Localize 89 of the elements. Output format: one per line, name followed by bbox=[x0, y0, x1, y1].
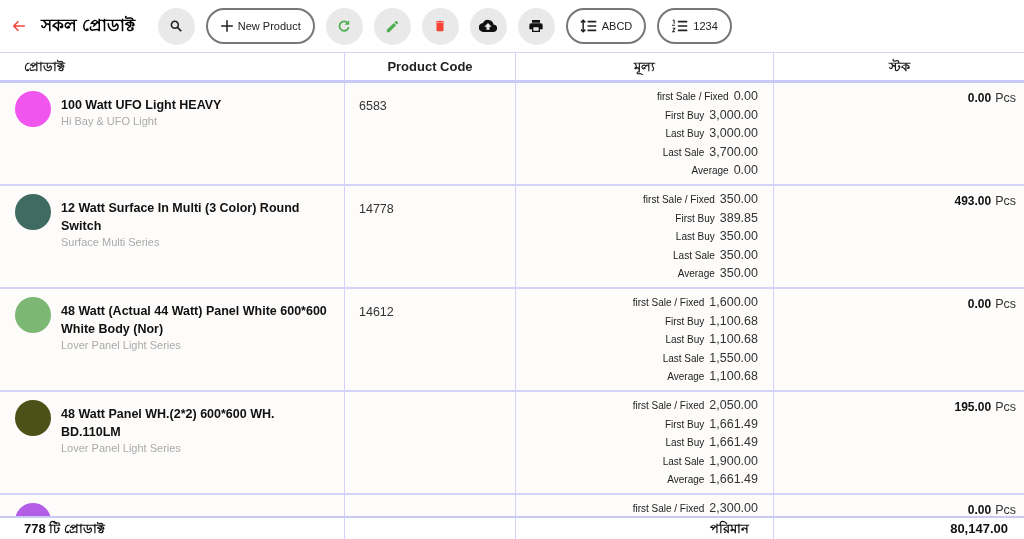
price-value: 1,550.00 bbox=[709, 349, 758, 367]
delete-button[interactable] bbox=[421, 7, 459, 45]
price-label: Average bbox=[691, 164, 729, 178]
price-label: Last Buy bbox=[665, 127, 705, 141]
price-value: 1,100.68 bbox=[709, 312, 758, 330]
price-value: 0.00 bbox=[733, 162, 758, 179]
total-label: পরিমান bbox=[710, 519, 749, 538]
sort-icon bbox=[579, 18, 598, 34]
price-value: 0.00 bbox=[733, 88, 758, 105]
price-label: Last Buy bbox=[665, 436, 705, 450]
sort-button[interactable]: ABCD bbox=[565, 8, 647, 44]
price-label: Last Buy bbox=[665, 333, 705, 347]
page-title: সকল প্রোডাক্ট bbox=[41, 15, 135, 38]
price-value: 3,700.00 bbox=[709, 143, 758, 161]
price-label: Last Sale bbox=[673, 248, 715, 263]
price-label: Last Sale bbox=[662, 351, 705, 366]
product-code: 6583 bbox=[359, 99, 387, 113]
print-button[interactable] bbox=[517, 7, 555, 45]
stock-unit: Pcs bbox=[995, 193, 1016, 210]
price-value: 1,100.68 bbox=[709, 331, 758, 348]
refresh-button[interactable] bbox=[325, 7, 363, 45]
price-value: 350.00 bbox=[719, 228, 758, 245]
price-label: first Sale / Fixed bbox=[632, 296, 705, 310]
stock-unit: Pcs bbox=[995, 502, 1016, 516]
product-count: 778 টি প্রোডাক্ট bbox=[24, 519, 105, 538]
price-label: Last Buy bbox=[675, 230, 715, 244]
stock-quantity: 0.00 bbox=[967, 296, 992, 313]
price-label: First Buy bbox=[675, 211, 715, 226]
price-label: Last Sale bbox=[662, 454, 705, 469]
new-product-button[interactable]: New Product bbox=[205, 8, 315, 44]
back-arrow-icon[interactable] bbox=[12, 19, 26, 33]
price-value: 1,661.49 bbox=[709, 471, 758, 488]
product-name: 48 Watt Panel WH.(2*2) 600*600 WH. BD.110LM bbox=[61, 406, 276, 441]
price-label: Last Sale bbox=[662, 145, 705, 160]
product-category: Hi Bay & UFO Light bbox=[61, 114, 158, 129]
search-icon bbox=[169, 19, 184, 33]
price-label: Average bbox=[667, 473, 705, 487]
product-category: Lover Panel Light Series bbox=[61, 441, 182, 456]
price-label: First Buy bbox=[664, 108, 705, 123]
price-value: 1,661.49 bbox=[709, 415, 758, 433]
stock-quantity: 493.00 bbox=[954, 193, 992, 210]
product-name: 48 Watt (Actual 44 Watt) Panel White 600*600 White Body (Nor) bbox=[61, 303, 328, 338]
price-value: 350.00 bbox=[719, 191, 758, 208]
price-label: First Buy bbox=[664, 314, 705, 329]
column-header: Product Code bbox=[387, 57, 473, 76]
total-value: 80,147.00 bbox=[950, 519, 1008, 538]
stock-quantity: 0.00 bbox=[967, 90, 992, 107]
price-value: 3,000.00 bbox=[709, 125, 758, 142]
price-value: 3,000.00 bbox=[709, 106, 758, 124]
stock-unit: Pcs bbox=[995, 296, 1016, 313]
numbered-list-icon bbox=[671, 18, 690, 34]
refresh-icon bbox=[337, 19, 352, 33]
product-category: Surface Multi Series bbox=[61, 235, 161, 250]
product-code: 14778 bbox=[359, 202, 394, 216]
product-category: Lover Panel Light Series bbox=[61, 338, 182, 353]
stock-unit: Pcs bbox=[995, 399, 1016, 416]
price-value: 1,600.00 bbox=[709, 294, 758, 311]
price-label: Average bbox=[667, 370, 705, 384]
plus-icon bbox=[219, 19, 234, 33]
price-value: 1,900.00 bbox=[709, 452, 758, 470]
price-label: Average bbox=[677, 267, 715, 281]
upload-button[interactable] bbox=[469, 7, 507, 45]
product-code: 14612 bbox=[359, 305, 394, 319]
price-value: 350.00 bbox=[719, 246, 758, 264]
column-header: প্রোডাক্ট bbox=[24, 57, 65, 76]
cloud-upload-icon bbox=[479, 18, 498, 34]
stock-quantity: 195.00 bbox=[954, 399, 992, 416]
price-label: First Buy bbox=[664, 417, 705, 432]
column-header: মূল্য bbox=[634, 57, 655, 77]
sort-button[interactable]: 1234 bbox=[657, 8, 732, 44]
search-button[interactable] bbox=[157, 7, 195, 45]
stock-unit: Pcs bbox=[995, 90, 1016, 107]
price-value: 2,050.00 bbox=[709, 397, 758, 414]
price-value: 389.85 bbox=[719, 209, 758, 227]
stock-quantity: 0.00 bbox=[967, 502, 992, 516]
edit-button[interactable] bbox=[373, 7, 411, 45]
column-header: স্টক bbox=[888, 57, 910, 76]
price-label: first Sale / Fixed bbox=[632, 399, 705, 413]
pencil-icon bbox=[384, 18, 400, 34]
price-label: first Sale / Fixed bbox=[656, 90, 729, 104]
product-name: 100 Watt UFO Light HEAVY bbox=[61, 97, 222, 114]
price-value: 1,100.68 bbox=[709, 368, 758, 385]
printer-icon bbox=[528, 18, 545, 34]
product-name: 12 Watt Surface In Multi (3 Color) Round Switch bbox=[61, 200, 301, 235]
price-label: first Sale / Fixed bbox=[632, 502, 705, 516]
price-value: 1,661.49 bbox=[709, 434, 758, 451]
price-value: 2,300.00 bbox=[709, 500, 758, 516]
price-label: first Sale / Fixed bbox=[643, 193, 715, 207]
price-value: 350.00 bbox=[719, 265, 758, 282]
